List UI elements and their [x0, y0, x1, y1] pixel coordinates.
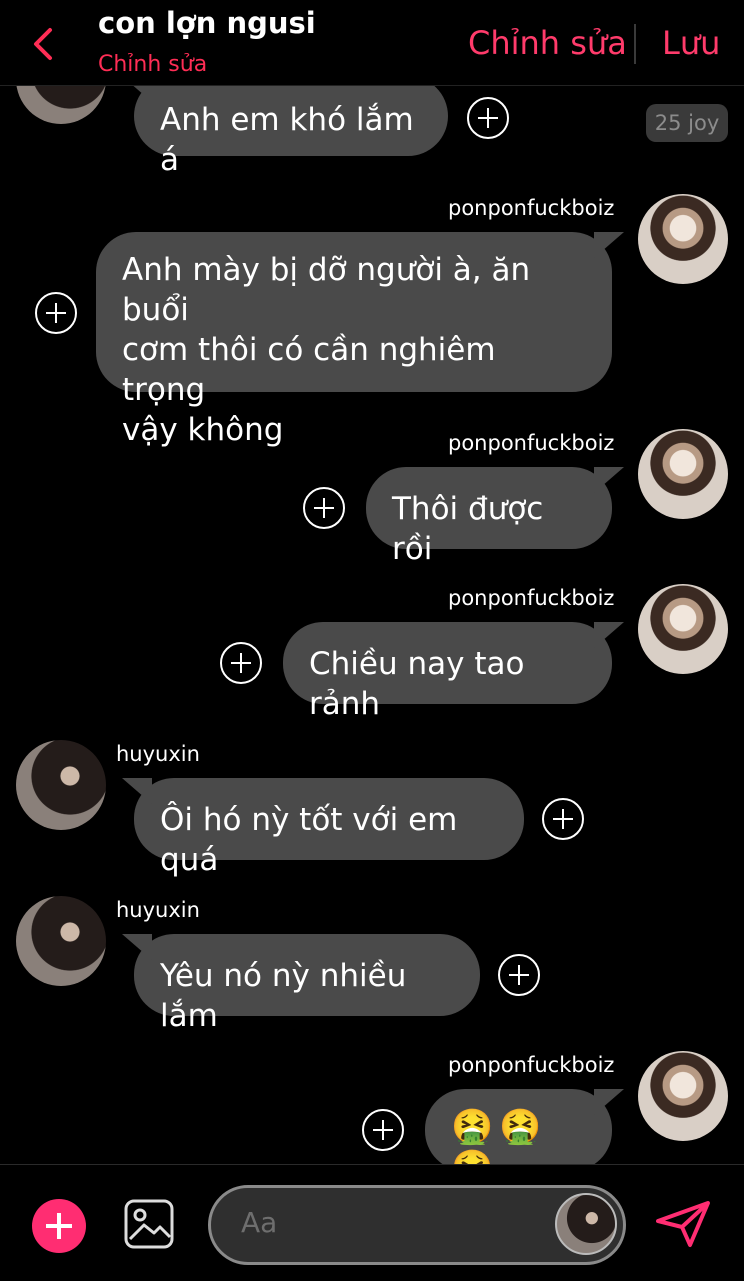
sender-name: ponponfuckboiz: [448, 431, 615, 455]
message-input[interactable]: Aa: [208, 1185, 626, 1265]
message-text: Ôi hó nỳ tốt với em quá: [160, 802, 458, 878]
message-bubble[interactable]: Anh mày bị dỡ người à, ăn buổi cơm thôi …: [96, 232, 612, 448]
message-text: Thôi được rồi: [392, 491, 544, 567]
time-badge: 25 joy: [646, 104, 728, 142]
avatar[interactable]: [16, 896, 106, 986]
emoji-text: 🤮🤮🤮: [451, 1107, 548, 1164]
sender-name: ponponfuckboiz: [448, 586, 615, 610]
message-bubble[interactable]: Yêu nó nỳ nhiều lắm: [134, 934, 480, 1034]
message-bubble[interactable]: 🤮🤮🤮: [425, 1089, 612, 1164]
header-divider: [634, 24, 636, 64]
edit-button[interactable]: Chỉnh sửa: [468, 24, 627, 62]
message-bubble[interactable]: Ôi hó nỳ tốt với em quá: [134, 778, 524, 878]
add-reaction-icon[interactable]: [362, 1109, 404, 1151]
avatar[interactable]: [638, 194, 728, 284]
sender-name: huyuxin: [116, 742, 200, 766]
message-input-placeholder: Aa: [241, 1206, 278, 1239]
message-text-line: cơm thôi có cần nghiêm trọng: [122, 332, 496, 408]
avatar[interactable]: [638, 584, 728, 674]
message-text: Yêu nó nỳ nhiều lắm: [160, 958, 407, 1034]
chat-subtitle: Chỉnh sửa: [98, 52, 208, 77]
sender-name: huyuxin: [116, 898, 200, 922]
add-icon[interactable]: [32, 1199, 86, 1253]
message-text-line: Anh mày bị dỡ người à, ăn buổi: [122, 252, 531, 328]
message-list[interactable]: Anh em khó lắm á 25 joy ponponfuckboiz A…: [0, 86, 744, 1164]
save-button[interactable]: Lưu: [662, 24, 720, 62]
avatar[interactable]: [638, 1051, 728, 1141]
add-reaction-icon[interactable]: [303, 487, 345, 529]
add-reaction-icon[interactable]: [467, 97, 509, 139]
image-gallery-icon[interactable]: [124, 1199, 174, 1249]
chat-header: con lợn ngusi Chỉnh sửa Chỉnh sửa Lưu: [0, 0, 744, 86]
add-reaction-icon[interactable]: [542, 798, 584, 840]
add-reaction-icon[interactable]: [498, 954, 540, 996]
send-icon[interactable]: [652, 1199, 714, 1249]
sender-name: ponponfuckboiz: [448, 1053, 615, 1077]
message-text: Chiều nay tao rảnh: [309, 646, 525, 722]
avatar[interactable]: [638, 429, 728, 519]
message-bubble[interactable]: Anh em khó lắm á: [134, 86, 448, 178]
back-chevron-icon[interactable]: [28, 24, 60, 64]
add-reaction-icon[interactable]: [35, 292, 77, 334]
chat-title: con lợn ngusi: [98, 6, 316, 40]
avatar[interactable]: [16, 86, 106, 124]
message-bubble[interactable]: Thôi được rồi: [366, 467, 612, 567]
avatar[interactable]: [16, 740, 106, 830]
add-reaction-icon[interactable]: [220, 642, 262, 684]
avatar[interactable]: [555, 1193, 617, 1255]
composer-bar: Aa: [0, 1164, 744, 1281]
message-bubble[interactable]: Chiều nay tao rảnh: [283, 622, 612, 722]
sender-name: ponponfuckboiz: [448, 196, 615, 220]
message-text: Anh em khó lắm á: [160, 102, 414, 178]
